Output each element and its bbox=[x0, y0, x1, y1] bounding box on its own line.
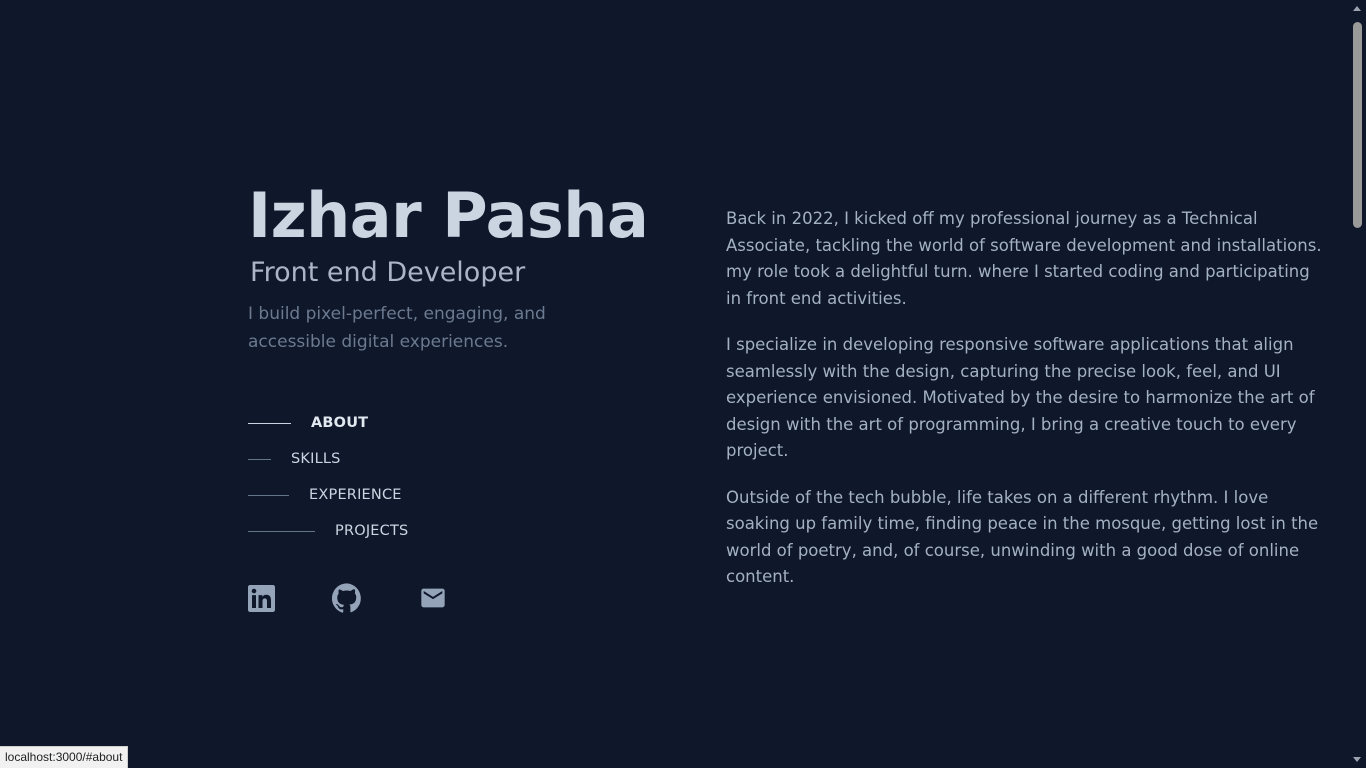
linkedin-link[interactable] bbox=[248, 584, 275, 612]
scroll-down-arrow-icon[interactable] bbox=[1353, 757, 1361, 762]
about-paragraph: Outside of the tech bubble, life takes o… bbox=[726, 487, 1319, 587]
mail-icon bbox=[419, 584, 447, 612]
section-nav: ABOUT SKILLS EXPERIENCE PROJECTS bbox=[248, 411, 408, 555]
github-icon bbox=[332, 583, 362, 613]
scrollbar-thumb[interactable] bbox=[1353, 22, 1362, 228]
about-paragraph: Back in 2022, I kicked off my profession… bbox=[726, 209, 1322, 308]
job-title: Front end Developer bbox=[250, 257, 526, 288]
nav-indicator-line bbox=[248, 422, 291, 424]
nav-item-label: ABOUT bbox=[311, 415, 369, 431]
email-link[interactable] bbox=[419, 584, 447, 612]
nav-item-label: PROJECTS bbox=[335, 523, 409, 539]
social-links bbox=[248, 583, 447, 613]
about-paragraph: I specialize in developing responsive so… bbox=[726, 335, 1315, 460]
nav-item-label: EXPERIENCE bbox=[309, 487, 402, 503]
intro-section: Izhar Pasha Front end Developer I build … bbox=[248, 178, 668, 356]
nav-item-experience[interactable]: EXPERIENCE bbox=[248, 483, 408, 507]
nav-item-label: SKILLS bbox=[291, 451, 341, 467]
status-bar-url: localhost:3000/#about bbox=[0, 746, 129, 768]
nav-indicator-line bbox=[248, 494, 289, 496]
nav-indicator-line bbox=[248, 458, 271, 460]
page-title: Izhar Pasha bbox=[248, 179, 649, 252]
linkedin-icon bbox=[248, 584, 275, 612]
nav-indicator-line bbox=[248, 530, 315, 532]
tagline: I build pixel-perfect, engaging, and acc… bbox=[248, 304, 546, 352]
about-section: Back in 2022, I kicked off my profession… bbox=[726, 206, 1322, 611]
scroll-up-arrow-icon[interactable] bbox=[1353, 6, 1361, 11]
vertical-scrollbar[interactable] bbox=[1349, 0, 1366, 768]
nav-item-about[interactable]: ABOUT bbox=[248, 411, 408, 435]
nav-item-projects[interactable]: PROJECTS bbox=[248, 519, 408, 543]
github-link[interactable] bbox=[332, 583, 362, 613]
nav-item-skills[interactable]: SKILLS bbox=[248, 447, 408, 471]
